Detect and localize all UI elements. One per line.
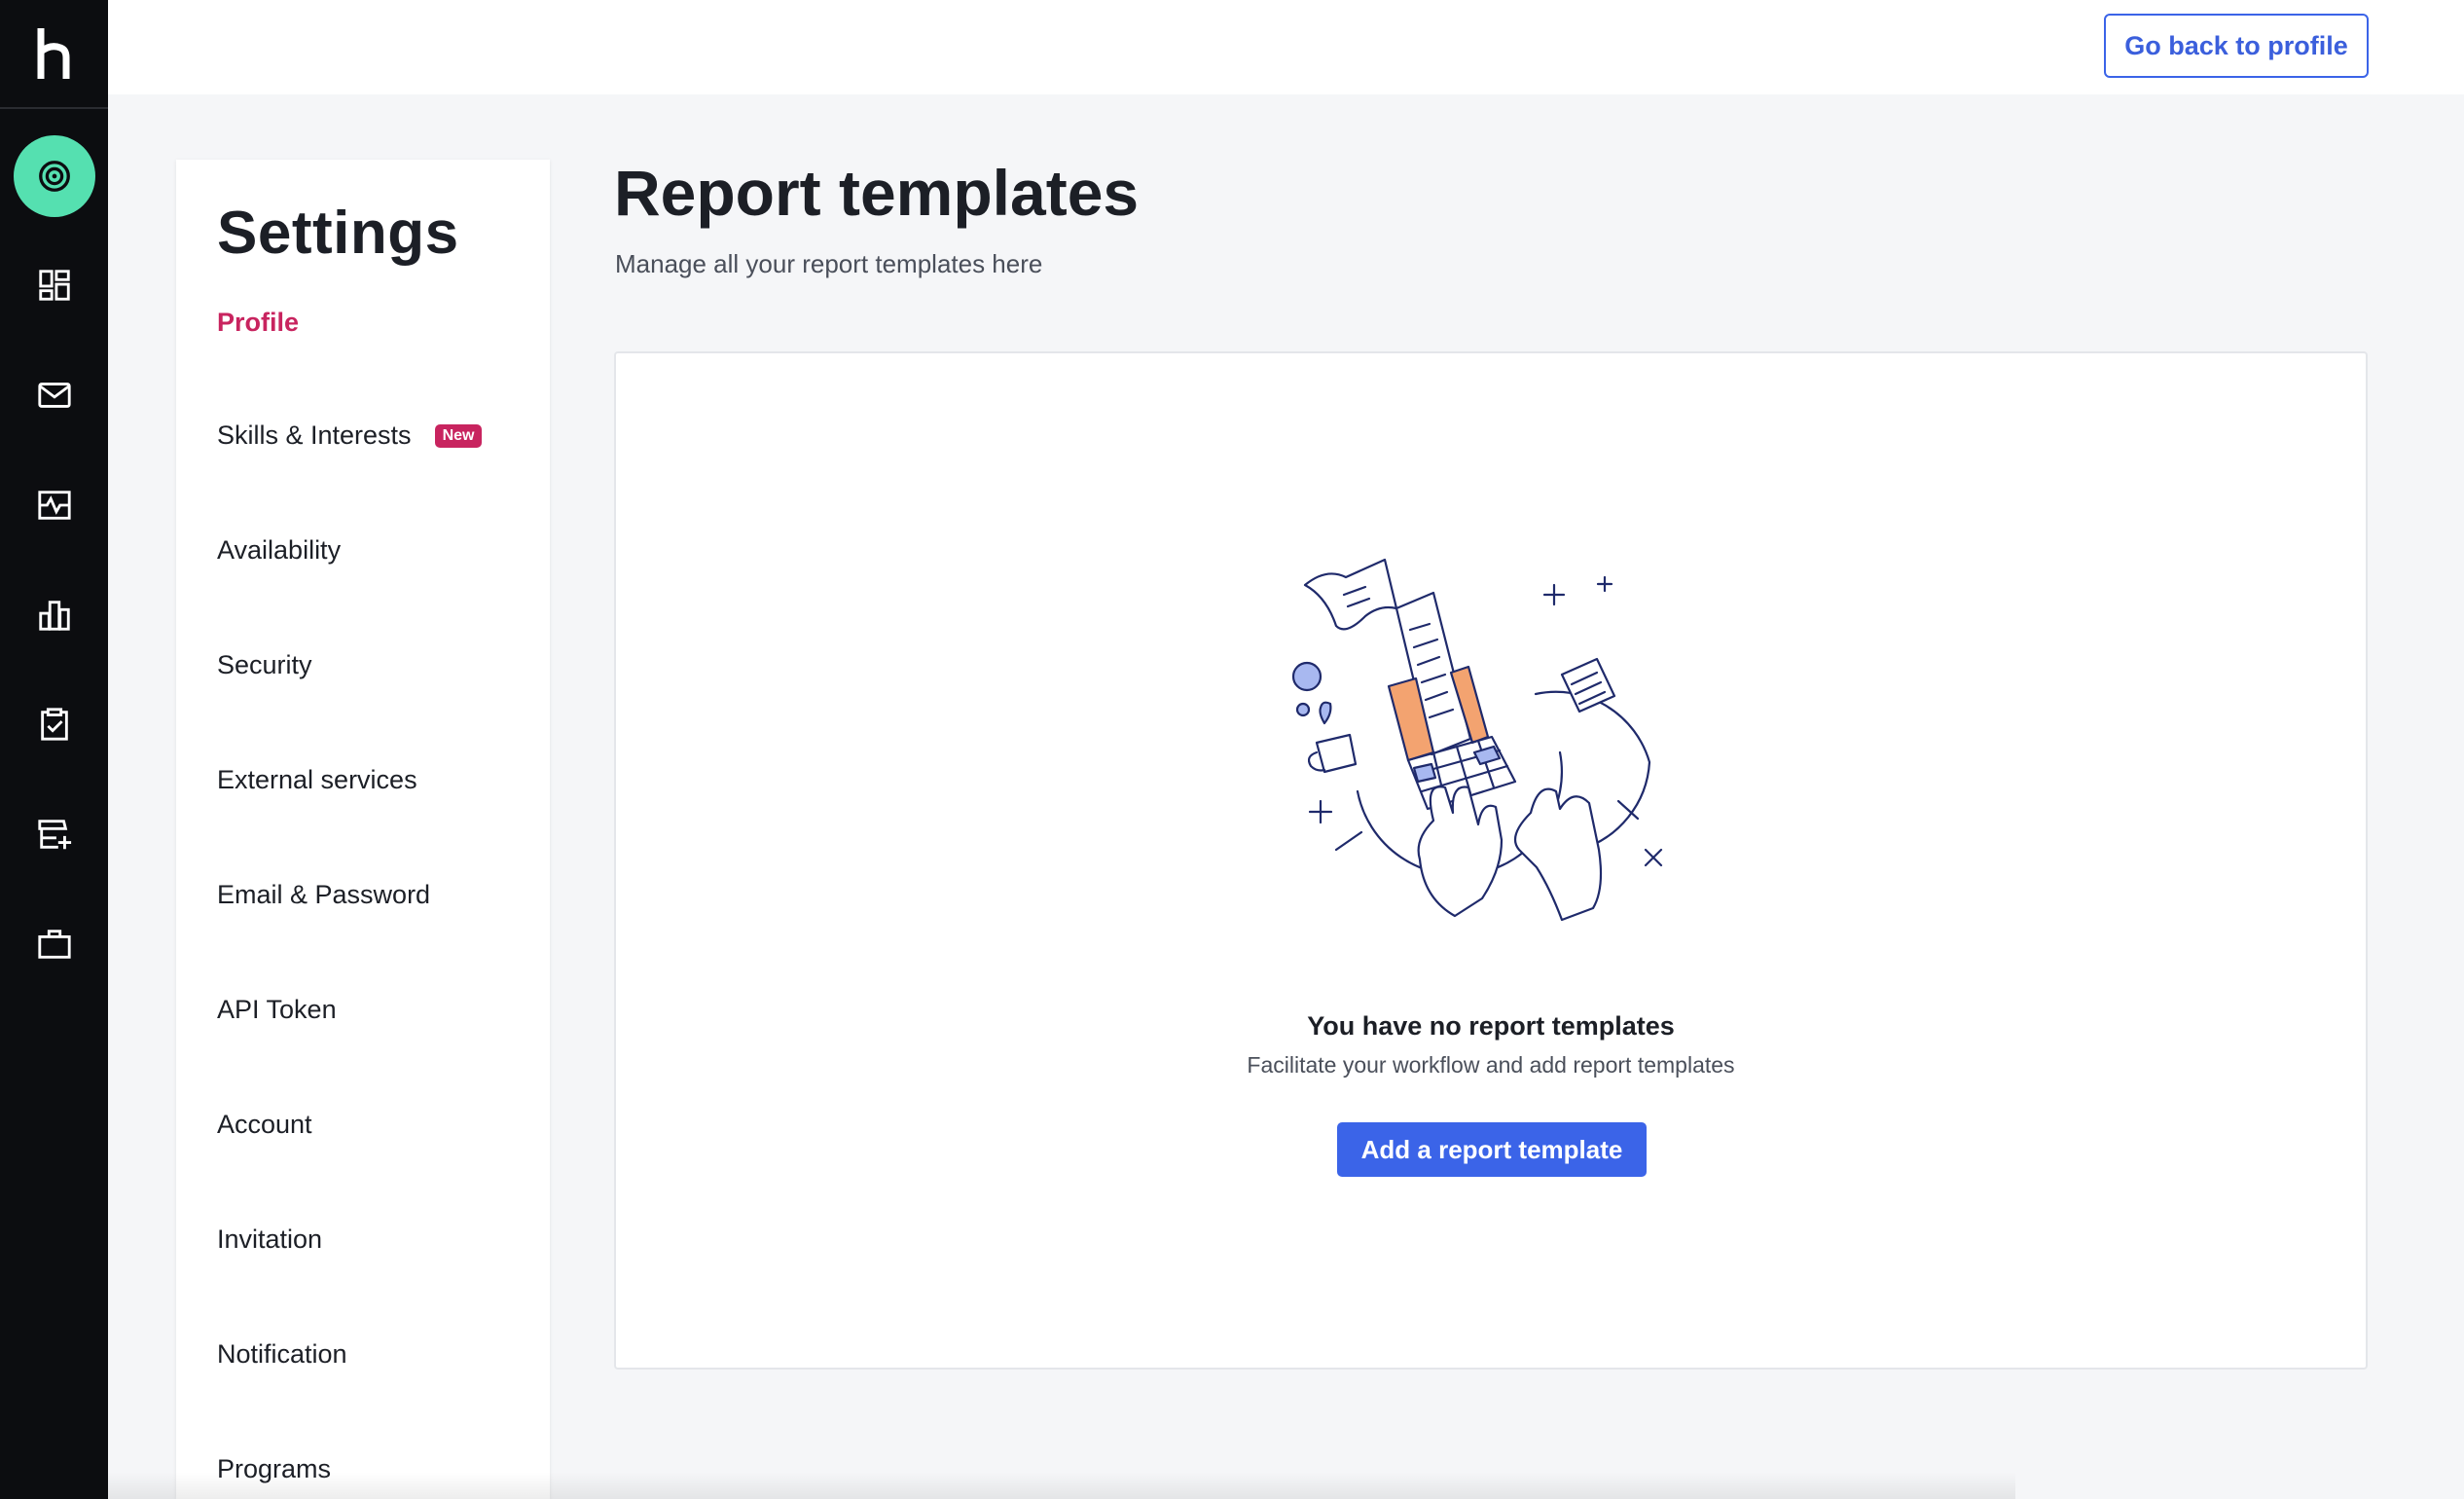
settings-item-label: Availability xyxy=(217,535,342,565)
settings-item-label: External services xyxy=(217,765,417,794)
settings-item-account[interactable]: Account xyxy=(217,1110,312,1140)
settings-item-label: Security xyxy=(217,650,312,679)
dashboard-icon xyxy=(38,270,70,301)
settings-item-label: Skills & Interests xyxy=(217,420,412,450)
go-back-to-profile-button[interactable]: Go back to profile xyxy=(2104,14,2369,78)
new-badge: New xyxy=(434,423,483,448)
rail-item-dashboard[interactable] xyxy=(0,244,108,326)
page-title: Report templates xyxy=(614,157,1140,229)
settings-item-label: Account xyxy=(217,1110,312,1139)
settings-item-label: Profile xyxy=(217,308,300,337)
settings-item-invitation[interactable]: Invitation xyxy=(217,1225,322,1255)
rail-item-target[interactable] xyxy=(0,135,108,217)
settings-item-label: Invitation xyxy=(217,1225,323,1254)
settings-item-availability[interactable]: Availability xyxy=(217,535,341,566)
rail-item-tasks[interactable] xyxy=(0,683,108,765)
settings-item-label: Notification xyxy=(217,1339,347,1369)
store-add-icon xyxy=(37,820,71,850)
bar-chart-icon xyxy=(38,601,70,631)
rail-item-mail[interactable] xyxy=(0,354,108,436)
report-templates-card: You have no report templates Facilitate … xyxy=(614,351,2368,1370)
activity-icon xyxy=(37,491,71,520)
settings-item-profile[interactable]: Profile xyxy=(217,308,299,338)
settings-nav-panel: Settings Profile Skills & Interests New … xyxy=(176,160,550,1499)
empty-state-illustration xyxy=(1291,558,1663,922)
settings-item-label: Email & Password xyxy=(217,880,431,909)
page-subtitle: Manage all your report templates here xyxy=(615,249,1043,278)
top-bar: Go back to profile xyxy=(108,0,2464,94)
empty-state-subtitle: Facilitate your workflow and add report … xyxy=(1247,1052,1735,1078)
target-icon xyxy=(38,161,70,192)
add-report-template-button[interactable]: Add a report template xyxy=(1337,1122,1647,1177)
settings-item-notification[interactable]: Notification xyxy=(217,1339,347,1370)
settings-item-api-token[interactable]: API Token xyxy=(217,995,337,1025)
mail-icon xyxy=(37,383,71,408)
briefcase-icon xyxy=(37,930,71,959)
settings-item-label: API Token xyxy=(217,995,337,1024)
empty-state-title: You have no report templates xyxy=(1307,1011,1675,1041)
rail-item-jobs[interactable] xyxy=(0,903,108,985)
settings-item-skills-interests[interactable]: Skills & Interests New xyxy=(217,420,483,451)
rail-item-stats[interactable] xyxy=(0,574,108,656)
clipboard-check-icon xyxy=(40,708,68,741)
bottom-scroll-shadow xyxy=(108,1472,2015,1499)
rail-active-indicator xyxy=(13,135,95,217)
settings-title: Settings xyxy=(217,200,459,267)
logo-icon xyxy=(37,28,69,79)
settings-item-security[interactable]: Security xyxy=(217,650,312,680)
rail-item-store[interactable] xyxy=(0,793,108,875)
app-logo[interactable] xyxy=(0,0,108,109)
rail-item-activity[interactable] xyxy=(0,464,108,546)
app-rail xyxy=(0,0,108,1499)
settings-item-external-services[interactable]: External services xyxy=(217,765,417,795)
settings-item-email-password[interactable]: Email & Password xyxy=(217,880,430,910)
